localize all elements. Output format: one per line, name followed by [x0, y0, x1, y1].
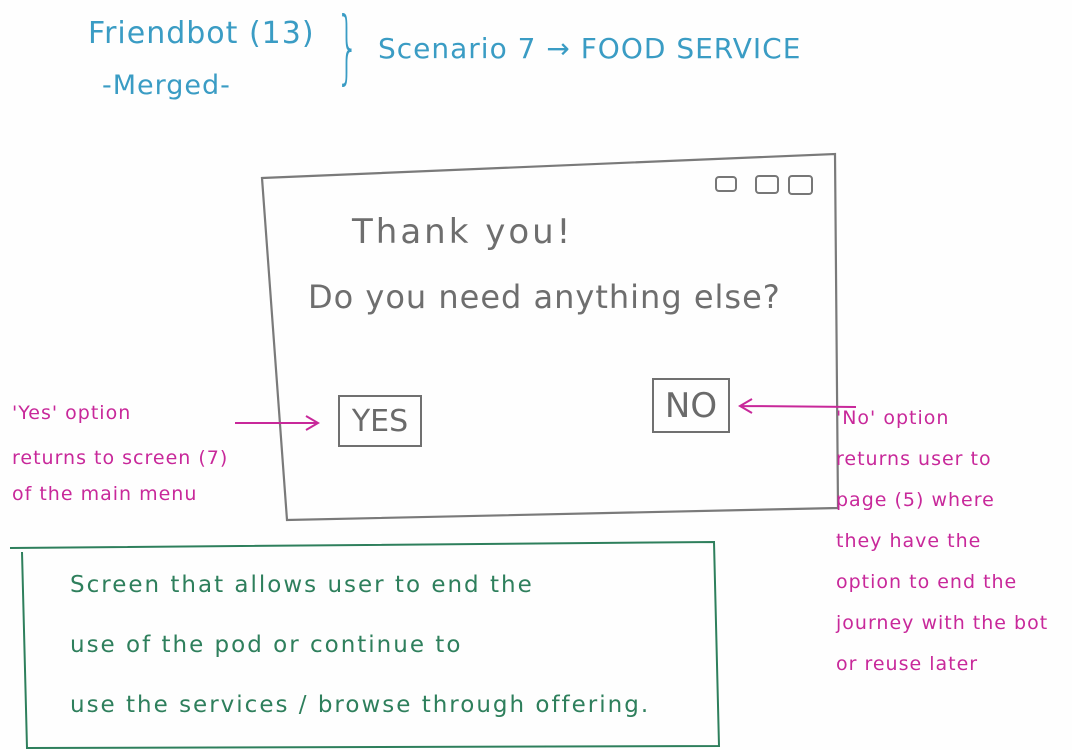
no-note-line: they have the: [836, 530, 982, 552]
description-line: Screen that allows user to end the: [70, 572, 534, 598]
no-note-line: or reuse later: [836, 653, 979, 675]
anything-else-question: Do you need anything else?: [308, 278, 781, 316]
diagram-subtitle: -Merged-: [102, 70, 231, 101]
no-note-line: page (5) where: [836, 489, 995, 511]
window-control-icon: [755, 175, 779, 194]
description-line: use of the pod or continue to: [70, 632, 463, 658]
screen-frame: [260, 152, 840, 522]
description-line: use the services / browse through offeri…: [70, 692, 651, 718]
yes-note-line: of the main menu: [12, 483, 198, 505]
no-note-line: 'No' option: [836, 407, 950, 429]
no-note: 'No' option returns user to page (5) whe…: [836, 398, 1048, 685]
yes-note-line: 'Yes' option: [12, 402, 132, 424]
scenario-label: Scenario 7 → FOOD SERVICE: [378, 32, 802, 65]
no-note-line: returns user to: [836, 448, 992, 470]
thank-you-message: Thank you!: [352, 212, 574, 252]
no-note-line: journey with the bot: [836, 612, 1049, 634]
yes-note-line: returns to screen (7): [12, 447, 229, 469]
window-control-icon: [715, 176, 737, 192]
no-button[interactable]: NO: [652, 378, 730, 433]
yes-button[interactable]: YES: [338, 395, 422, 447]
window-control-icon: [788, 175, 813, 195]
yes-arrow: [235, 415, 320, 431]
diagram-title: Friendbot (13): [88, 16, 315, 51]
brace-icon: }: [336, 0, 359, 93]
screen-description: Screen that allows user to end the use o…: [70, 555, 650, 735]
no-note-line: option to end the: [836, 571, 1018, 593]
